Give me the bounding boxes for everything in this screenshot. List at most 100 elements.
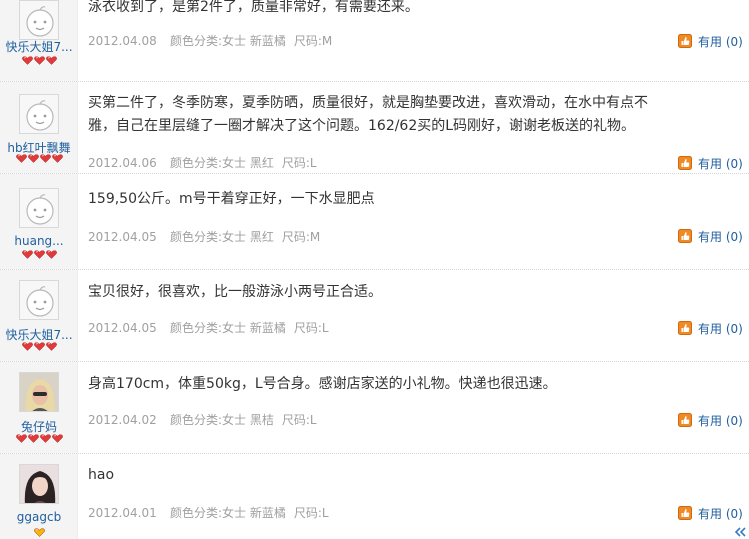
useful-button[interactable]: 有用 (0) xyxy=(678,505,743,521)
reviewer-panel: 快乐大姐7... xyxy=(0,0,78,81)
size-label: 尺码: xyxy=(293,34,322,48)
useful-button[interactable]: 有用 (0) xyxy=(678,228,743,244)
useful-label: 有用 xyxy=(698,507,723,521)
red-heart-icon xyxy=(33,56,45,65)
review-date: 2012.04.08 xyxy=(88,34,157,48)
avatar[interactable] xyxy=(19,280,59,320)
review-meta: 2012.04.01 颜色分类:女士 新蓝橘 尺码:L xyxy=(88,504,329,521)
useful-button[interactable]: 有用 (0) xyxy=(678,155,743,171)
review-text: 159,50公斤。m号干着穿正好，一下水显肥点 xyxy=(88,191,375,207)
red-heart-icon xyxy=(45,56,57,65)
reviewer-panel: ggagcb xyxy=(0,454,78,539)
useful-button[interactable]: 有用 (0) xyxy=(678,320,743,336)
red-heart-icon xyxy=(33,250,45,259)
red-heart-icon xyxy=(51,154,63,163)
red-heart-icon xyxy=(15,154,27,163)
avatar[interactable] xyxy=(19,0,59,40)
size-value: M xyxy=(309,230,321,244)
reviewer-name[interactable]: 兔仔妈 xyxy=(0,418,78,435)
avatar[interactable] xyxy=(19,188,59,228)
review-meta: 2012.04.08 颜色分类:女士 新蓝橘 尺码:M xyxy=(88,32,332,49)
color-value: 女士 新蓝橘 xyxy=(222,506,286,520)
useful-count: (0) xyxy=(725,35,743,49)
reviewer-panel: hb红叶飘舞 xyxy=(0,82,78,173)
red-heart-icon xyxy=(39,154,51,163)
red-heart-icon xyxy=(51,434,63,443)
review-meta: 2012.04.05 颜色分类:女士 黑红 尺码:M xyxy=(88,228,320,245)
avatar[interactable] xyxy=(19,372,59,412)
useful-count: (0) xyxy=(725,507,743,521)
color-value: 女士 新蓝橘 xyxy=(222,321,286,335)
reviewer-panel: huang... xyxy=(0,174,78,269)
review-list: 快乐大姐7... 泳衣收到了，是第2件了，质量非常好，有需要还来。 2012.04.… xyxy=(0,0,749,539)
reviewer-name[interactable]: huang... xyxy=(0,234,78,248)
color-label: 颜色分类: xyxy=(170,34,223,48)
review-date: 2012.04.06 xyxy=(88,156,157,170)
thumbs-up-icon xyxy=(678,321,692,335)
size-value: M xyxy=(321,34,333,48)
review-text: 宝贝很好，很喜欢，比一般游泳小两号正合适。 xyxy=(88,284,382,300)
thumbs-up-icon xyxy=(678,156,692,170)
review-text: hao xyxy=(88,467,115,483)
useful-label: 有用 xyxy=(698,322,723,336)
red-heart-icon xyxy=(45,250,57,259)
color-value: 女士 黑桔 xyxy=(222,413,274,427)
size-label: 尺码: xyxy=(281,413,310,427)
size-value: L xyxy=(321,321,329,335)
review-row: 快乐大姐7... 宝贝很好，很喜欢，比一般游泳小两号正合适。 2012.04.05 颜… xyxy=(0,270,749,362)
review-date: 2012.04.05 xyxy=(88,230,157,244)
useful-button[interactable]: 有用 (0) xyxy=(678,33,743,49)
size-label: 尺码: xyxy=(293,321,322,335)
review-meta: 2012.04.02 颜色分类:女士 黑桔 尺码:L xyxy=(88,411,317,428)
color-value: 女士 黑红 xyxy=(222,156,274,170)
useful-label: 有用 xyxy=(698,230,723,244)
review-row: 快乐大姐7... 泳衣收到了，是第2件了，质量非常好，有需要还来。 2012.04.… xyxy=(0,0,749,82)
review-meta: 2012.04.06 颜色分类:女士 黑红 尺码:L xyxy=(88,154,317,171)
red-heart-icon xyxy=(39,434,51,443)
yellow-heart-icon xyxy=(33,528,45,537)
size-value: L xyxy=(309,156,317,170)
red-heart-icon xyxy=(21,56,33,65)
reviewer-panel: 兔仔妈 xyxy=(0,362,78,453)
useful-label: 有用 xyxy=(698,157,723,171)
review-row: 兔仔妈 身高170cm，体重50kg，L号合身。感谢店家送的小礼物。快递也很迅速。… xyxy=(0,362,749,454)
useful-count: (0) xyxy=(725,322,743,336)
double-chevron-left-icon[interactable] xyxy=(733,526,747,538)
red-heart-icon xyxy=(21,342,33,351)
red-heart-icon xyxy=(45,342,57,351)
reviewer-name[interactable]: ggagcb xyxy=(0,510,78,524)
useful-label: 有用 xyxy=(698,414,723,428)
reviewer-panel: 快乐大姐7... xyxy=(0,270,78,361)
review-row: huang... 159,50公斤。m号干着穿正好，一下水显肥点 2012.04.0… xyxy=(0,174,749,270)
thumbs-up-icon xyxy=(678,506,692,520)
color-value: 女士 黑红 xyxy=(222,230,274,244)
thumbs-up-icon xyxy=(678,413,692,427)
review-row: ggagcb hao 2012.04.01 颜色分类:女士 新蓝橘 尺码:L 有用 (0) xyxy=(0,454,749,539)
reviewer-rank-hearts xyxy=(0,434,78,443)
useful-count: (0) xyxy=(725,230,743,244)
review-text: 身高170cm，体重50kg，L号合身。感谢店家送的小礼物。快递也很迅速。 xyxy=(88,376,557,392)
color-label: 颜色分类: xyxy=(170,413,223,427)
review-meta: 2012.04.05 颜色分类:女士 新蓝橘 尺码:L xyxy=(88,319,329,336)
reviewer-rank-hearts xyxy=(0,154,78,163)
red-heart-icon xyxy=(27,154,39,163)
color-label: 颜色分类: xyxy=(170,230,223,244)
reviewer-name[interactable]: 快乐大姐7... xyxy=(0,326,78,343)
size-label: 尺码: xyxy=(281,156,310,170)
avatar[interactable] xyxy=(19,464,59,504)
useful-button[interactable]: 有用 (0) xyxy=(678,412,743,428)
review-date: 2012.04.01 xyxy=(88,506,157,520)
red-heart-icon xyxy=(15,434,27,443)
avatar[interactable] xyxy=(19,94,59,134)
useful-count: (0) xyxy=(725,157,743,171)
color-label: 颜色分类: xyxy=(170,321,223,335)
thumbs-up-icon xyxy=(678,34,692,48)
size-label: 尺码: xyxy=(281,230,310,244)
color-label: 颜色分类: xyxy=(170,506,223,520)
red-heart-icon xyxy=(21,250,33,259)
reviewer-rank-hearts xyxy=(0,250,78,259)
review-date: 2012.04.05 xyxy=(88,321,157,335)
thumbs-up-icon xyxy=(678,229,692,243)
reviewer-name[interactable]: 快乐大姐7... xyxy=(0,38,78,55)
reviewer-rank-hearts xyxy=(0,528,78,537)
